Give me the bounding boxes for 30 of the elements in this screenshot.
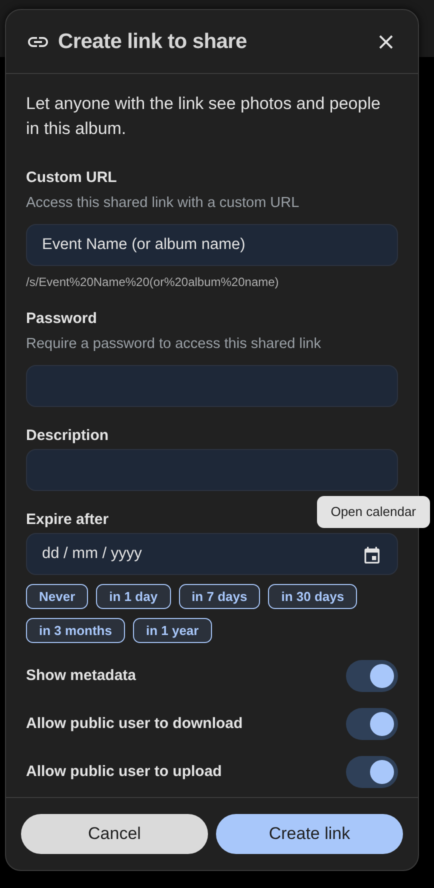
tooltip: Open calendar bbox=[316, 496, 430, 528]
toggle-switch[interactable] bbox=[346, 708, 398, 740]
field-hint: Access this shared link with a custom URL bbox=[26, 194, 300, 213]
preset-chip[interactable]: in 1 day bbox=[96, 584, 171, 609]
close-icon bbox=[378, 34, 394, 50]
field-label: Description bbox=[26, 426, 109, 446]
url-preview: /s/Event%20Name%20(or%20album%20name) bbox=[26, 274, 280, 290]
date-field[interactable]: dd / mm / yyyy bbox=[26, 533, 398, 575]
field-label: Password bbox=[26, 309, 97, 329]
preset-chip[interactable]: in 7 days bbox=[178, 584, 260, 609]
preset-chip[interactable]: in 1 year bbox=[132, 618, 212, 643]
field-hint: Require a password to access this shared link bbox=[26, 335, 322, 354]
preset-chip[interactable]: Never bbox=[26, 584, 88, 609]
preset-chip[interactable]: in 3 months bbox=[26, 618, 125, 643]
toggle-switch[interactable] bbox=[346, 660, 398, 692]
toggle-switch[interactable] bbox=[346, 756, 398, 788]
create-button[interactable]: Create link bbox=[216, 814, 403, 854]
text-field[interactable] bbox=[26, 449, 398, 491]
toggle-label: Allow public user to upload bbox=[26, 762, 222, 782]
field-label: Custom URL bbox=[26, 168, 117, 188]
text-field[interactable]: Event Name (or album name) bbox=[26, 224, 398, 266]
calendar-icon[interactable] bbox=[362, 546, 382, 566]
intro-text: Let anyone with the link see photos and people in this album. bbox=[26, 93, 382, 140]
toggle-label: Allow public user to download bbox=[26, 714, 243, 734]
text-field[interactable] bbox=[26, 365, 398, 407]
toggle-label: Show metadata bbox=[26, 666, 136, 686]
dialog-title: Create link to share bbox=[58, 28, 248, 54]
cancel-button[interactable]: Cancel bbox=[21, 814, 208, 854]
field-label: Expire after bbox=[26, 510, 109, 530]
preset-chip[interactable]: in 30 days bbox=[268, 584, 358, 609]
